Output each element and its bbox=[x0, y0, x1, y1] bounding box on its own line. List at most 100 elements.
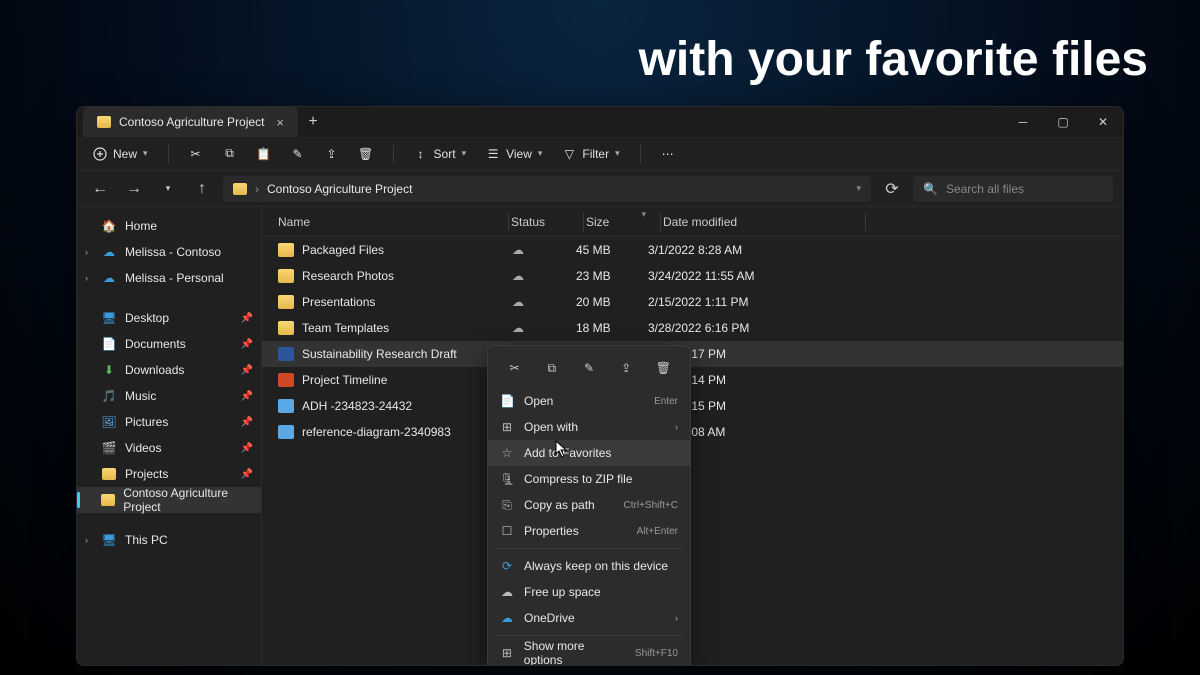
window-tab[interactable]: Contoso Agriculture Project × bbox=[83, 107, 298, 137]
new-button[interactable]: New ▾ bbox=[89, 144, 152, 164]
file-explorer-window: Contoso Agriculture Project × + ─ ▢ ✕ Ne… bbox=[76, 106, 1124, 666]
file-status: ☁ bbox=[506, 295, 576, 309]
sidebar-item-this-pc[interactable]: ›🖥This PC bbox=[77, 527, 261, 553]
sort-indicator-icon: ▾ bbox=[641, 209, 646, 220]
up-button[interactable]: ↑ bbox=[189, 176, 215, 202]
maximize-button[interactable]: ▢ bbox=[1043, 107, 1083, 137]
paste-button[interactable]: 📋 bbox=[253, 144, 275, 164]
folder-icon bbox=[233, 183, 247, 195]
context-item-open[interactable]: 📄OpenEnter bbox=[488, 388, 690, 414]
column-header-size[interactable]: Size▾ bbox=[586, 215, 658, 229]
delete-button[interactable]: 🗑 bbox=[651, 356, 675, 380]
view-button[interactable]: ☰ View ▾ bbox=[482, 144, 546, 164]
filter-button[interactable]: ▽ Filter ▾ bbox=[558, 144, 623, 164]
rename-button[interactable]: ✎ bbox=[577, 356, 601, 380]
context-item-add-favorites[interactable]: ☆Add to Favorites bbox=[488, 440, 690, 466]
cloud-icon: ☁ bbox=[500, 585, 514, 599]
table-row[interactable]: Packaged Files☁45 MB3/1/2022 8:28 AM bbox=[262, 237, 1123, 263]
img-icon bbox=[278, 425, 294, 439]
context-item-free-up[interactable]: ☁Free up space bbox=[488, 579, 690, 605]
sidebar-item-downloads[interactable]: ⬇Downloads📌 bbox=[77, 357, 261, 383]
chevron-right-icon: › bbox=[255, 182, 259, 196]
file-date: 3/1/2022 8:28 AM bbox=[648, 243, 848, 257]
search-input[interactable]: 🔍 Search all files bbox=[913, 176, 1113, 202]
share-icon: ⇪ bbox=[621, 361, 631, 375]
sidebar-item-home[interactable]: 🏠Home bbox=[77, 213, 261, 239]
home-icon: 🏠 bbox=[101, 218, 117, 234]
chevron-right-icon[interactable]: › bbox=[85, 247, 88, 257]
img-icon bbox=[278, 399, 294, 413]
sidebar-item-contoso-project[interactable]: Contoso Agriculture Project bbox=[77, 487, 261, 513]
context-label: OneDrive bbox=[524, 611, 575, 625]
column-header-status[interactable]: Status bbox=[511, 215, 581, 229]
file-name: Sustainability Research Draft bbox=[302, 347, 457, 361]
context-item-show-more[interactable]: ⊞Show more optionsShift+F10 bbox=[488, 640, 690, 666]
music-icon: 🎵 bbox=[101, 388, 117, 404]
delete-button[interactable]: 🗑 bbox=[355, 144, 377, 164]
rename-button[interactable]: ✎ bbox=[287, 144, 309, 164]
refresh-button[interactable]: ⟳ bbox=[879, 176, 905, 202]
context-item-open-with[interactable]: ⊞Open with› bbox=[488, 414, 690, 440]
plus-circle-icon bbox=[93, 147, 107, 161]
sort-icon: ↕ bbox=[414, 147, 428, 161]
copy-button[interactable]: ⧉ bbox=[219, 144, 241, 164]
table-row[interactable]: Team Templates☁18 MB3/28/2022 6:16 PM bbox=[262, 315, 1123, 341]
shortcut-hint: Alt+Enter bbox=[637, 526, 678, 537]
tab-close-button[interactable]: × bbox=[272, 115, 288, 130]
sidebar: 🏠Home ›☁Melissa - Contoso ›☁Melissa - Pe… bbox=[77, 207, 261, 665]
table-row[interactable]: Project Timeline/2022 1:14 PM bbox=[262, 367, 1123, 393]
sidebar-item-onedrive-contoso[interactable]: ›☁Melissa - Contoso bbox=[77, 239, 261, 265]
context-item-copy-path[interactable]: ⎘Copy as pathCtrl+Shift+C bbox=[488, 492, 690, 518]
pin-icon: 📌 bbox=[241, 313, 253, 324]
column-header-name[interactable]: Name bbox=[278, 215, 506, 229]
sidebar-label: Contoso Agriculture Project bbox=[123, 486, 253, 514]
sidebar-item-pictures[interactable]: 🖼Pictures📌 bbox=[77, 409, 261, 435]
share-button[interactable]: ⇪ bbox=[614, 356, 638, 380]
more-button[interactable]: ⋯ bbox=[657, 144, 679, 164]
pin-icon: 📌 bbox=[241, 443, 253, 454]
column-header-date[interactable]: Date modified bbox=[663, 215, 863, 229]
breadcrumb-segment[interactable]: Contoso Agriculture Project bbox=[267, 182, 412, 196]
folder-icon bbox=[278, 321, 294, 335]
sidebar-item-projects[interactable]: Projects📌 bbox=[77, 461, 261, 487]
separator bbox=[496, 635, 682, 636]
sidebar-item-music[interactable]: 🎵Music📌 bbox=[77, 383, 261, 409]
open-with-icon: ⊞ bbox=[500, 420, 514, 434]
back-button[interactable]: ← bbox=[87, 176, 113, 202]
trash-icon: 🗑 bbox=[656, 361, 671, 375]
context-item-compress[interactable]: 🗜Compress to ZIP file bbox=[488, 466, 690, 492]
toolbar: New ▾ ✂ ⧉ 📋 ✎ ⇪ 🗑 ↕ Sort ▾ ☰ View ▾ ▽ Fi… bbox=[77, 137, 1123, 171]
table-row[interactable]: Presentations☁20 MB2/15/2022 1:11 PM bbox=[262, 289, 1123, 315]
minimize-button[interactable]: ─ bbox=[1003, 107, 1043, 137]
file-size: 18 MB bbox=[576, 321, 648, 335]
chevron-right-icon: › bbox=[675, 613, 678, 623]
sidebar-item-onedrive-personal[interactable]: ›☁Melissa - Personal bbox=[77, 265, 261, 291]
chevron-right-icon[interactable]: › bbox=[85, 273, 88, 283]
table-row[interactable]: Sustainability Research Draft/2022 3:17 … bbox=[262, 341, 1123, 367]
share-button[interactable]: ⇪ bbox=[321, 144, 343, 164]
cut-button[interactable]: ✂ bbox=[503, 356, 527, 380]
path-icon: ⎘ bbox=[500, 498, 514, 513]
sidebar-item-documents[interactable]: 📄Documents📌 bbox=[77, 331, 261, 357]
sidebar-item-videos[interactable]: 🎬Videos📌 bbox=[77, 435, 261, 461]
context-item-properties[interactable]: ☐PropertiesAlt+Enter bbox=[488, 518, 690, 544]
copy-icon: ⧉ bbox=[547, 361, 556, 376]
cut-button[interactable]: ✂ bbox=[185, 144, 207, 164]
context-quick-actions: ✂ ⧉ ✎ ⇪ 🗑 bbox=[488, 350, 690, 388]
breadcrumb[interactable]: › Contoso Agriculture Project ▾ bbox=[223, 176, 871, 202]
filter-icon: ▽ bbox=[562, 147, 576, 161]
table-row[interactable]: ADH -234823-24432/2022 3:15 PM bbox=[262, 393, 1123, 419]
table-row[interactable]: Research Photos☁23 MB3/24/2022 11:55 AM bbox=[262, 263, 1123, 289]
sort-button[interactable]: ↕ Sort ▾ bbox=[410, 144, 471, 164]
chevron-right-icon[interactable]: › bbox=[85, 535, 88, 545]
copy-button[interactable]: ⧉ bbox=[540, 356, 564, 380]
context-item-always-keep[interactable]: ⟳Always keep on this device bbox=[488, 553, 690, 579]
sidebar-item-desktop[interactable]: 🖥Desktop📌 bbox=[77, 305, 261, 331]
chevron-down-icon[interactable]: ▾ bbox=[856, 183, 861, 194]
recent-button[interactable]: ▾ bbox=[155, 176, 181, 202]
new-tab-button[interactable]: + bbox=[298, 113, 328, 131]
table-row[interactable]: reference-diagram-2340983/2022 8:08 AM bbox=[262, 419, 1123, 445]
forward-button[interactable]: → bbox=[121, 176, 147, 202]
context-item-onedrive[interactable]: ☁OneDrive› bbox=[488, 605, 690, 631]
close-button[interactable]: ✕ bbox=[1083, 107, 1123, 137]
